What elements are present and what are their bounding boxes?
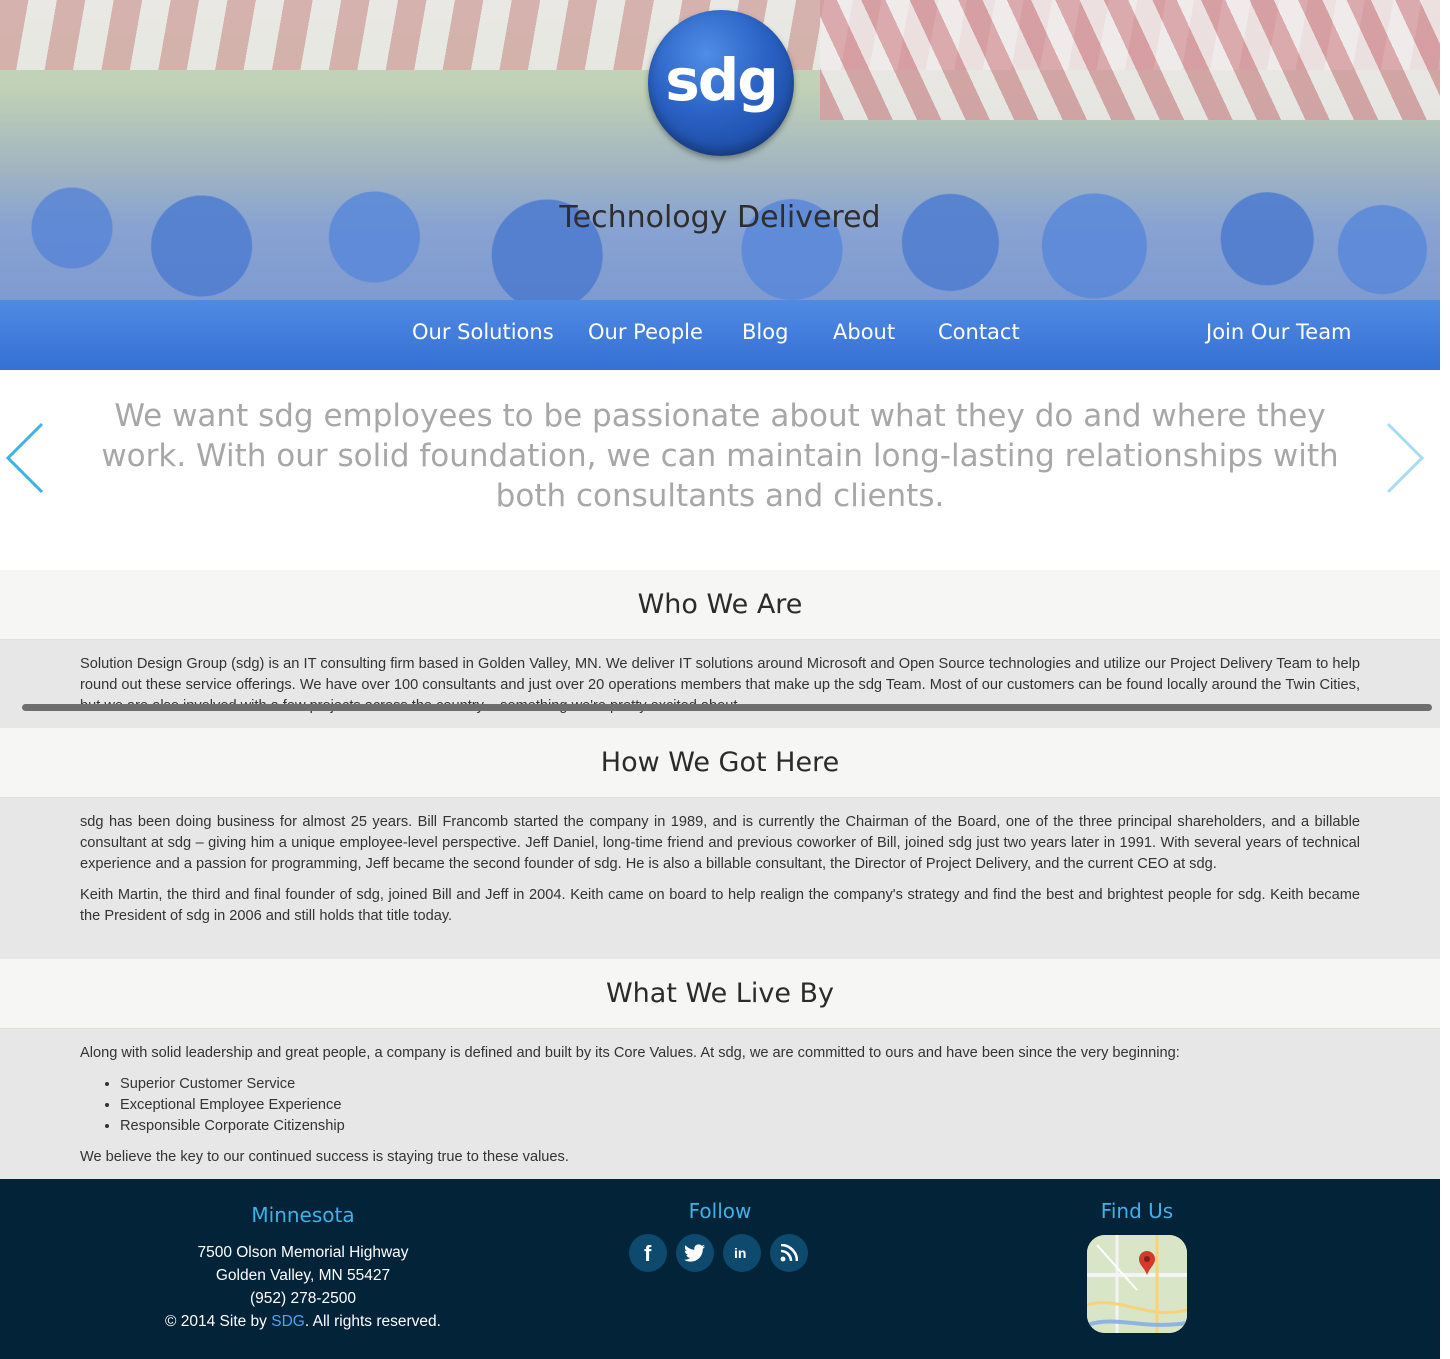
section-body-how-we-got-here: sdg has been doing business for almost 2… — [0, 798, 1440, 959]
tagline: Technology Delivered — [559, 200, 881, 235]
hero-banner: sdg Technology Delivered — [0, 0, 1440, 300]
facebook-icon[interactable]: f — [629, 1234, 667, 1272]
find-us-title: Find Us — [1100, 1199, 1174, 1223]
vertical-scroll-track — [1440, 0, 1450, 1359]
footer-find-us: Find Us — [1037, 1199, 1237, 1223]
phone-number: (952) 278-2500 — [250, 1290, 356, 1307]
svg-text:in: in — [734, 1245, 746, 1261]
tent-canopy-image-right — [820, 0, 1440, 120]
nav-our-people[interactable]: Our People — [588, 320, 703, 344]
svg-text:f: f — [644, 1242, 652, 1264]
section-header-what-we-live-by: What We Live By — [0, 959, 1440, 1029]
map-thumbnail[interactable] — [1087, 1235, 1187, 1333]
core-values-intro: Along with solid leadership and great pe… — [80, 1045, 1180, 1061]
nav-contact[interactable]: Contact — [938, 320, 1020, 344]
location-title: Minnesota — [251, 1203, 355, 1227]
map-icon — [1087, 1235, 1187, 1333]
section-title: How We Got Here — [600, 747, 840, 778]
address-line-1: 7500 Olson Memorial Highway — [197, 1244, 409, 1261]
follow-title: Follow — [688, 1199, 752, 1223]
list-item: Exceptional Employee Experience — [120, 1095, 1440, 1116]
nav-blog[interactable]: Blog — [742, 320, 788, 344]
section-title: What We Live By — [605, 978, 835, 1009]
horizontal-scrollbar[interactable] — [22, 704, 1432, 711]
nav-join-our-team[interactable]: Join Our Team — [1206, 320, 1352, 344]
how-we-got-here-paragraph-2: Keith Martin, the third and final founde… — [80, 887, 1360, 924]
footer-follow: Follow — [620, 1199, 820, 1223]
section-body-who-we-are: Solution Design Group (sdg) is an IT con… — [0, 640, 1440, 728]
twitter-icon[interactable] — [676, 1234, 714, 1272]
carousel-quote: We want sdg employees to be passionate a… — [101, 398, 1339, 514]
carousel-prev-arrow-icon[interactable] — [2, 420, 46, 496]
linkedin-icon[interactable]: in — [723, 1234, 761, 1272]
section-title: Who We Are — [637, 589, 803, 620]
sdg-logo[interactable]: sdg — [648, 10, 794, 156]
rss-icon[interactable] — [770, 1234, 808, 1272]
carousel-next-arrow-icon[interactable] — [1384, 420, 1428, 496]
sdg-link[interactable]: SDG — [271, 1313, 305, 1330]
section-header-who-we-are: Who We Are — [0, 570, 1440, 640]
logo-text: sdg — [665, 46, 779, 114]
how-we-got-here-paragraph-1: sdg has been doing business for almost 2… — [80, 814, 1360, 872]
address-line-2: Golden Valley, MN 55427 — [215, 1267, 391, 1284]
nav-our-solutions[interactable]: Our Solutions — [412, 320, 554, 344]
copyright: © 2014 Site by SDG. All rights reserved. — [165, 1313, 441, 1330]
section-header-how-we-got-here: How We Got Here — [0, 728, 1440, 798]
list-item: Superior Customer Service — [120, 1074, 1440, 1095]
section-body-what-we-live-by: Along with solid leadership and great pe… — [0, 1029, 1440, 1179]
list-item: Responsible Corporate Citizenship — [120, 1116, 1440, 1137]
core-values-outro: We believe the key to our continued succ… — [80, 1149, 569, 1165]
main-nav: Our Solutions Our People Blog About Cont… — [0, 300, 1440, 370]
footer-location: Minnesota 7500 Olson Memorial Highway Go… — [120, 1203, 486, 1333]
nav-about[interactable]: About — [833, 320, 895, 344]
core-values-list: Superior Customer Service Exceptional Em… — [100, 1074, 1440, 1137]
